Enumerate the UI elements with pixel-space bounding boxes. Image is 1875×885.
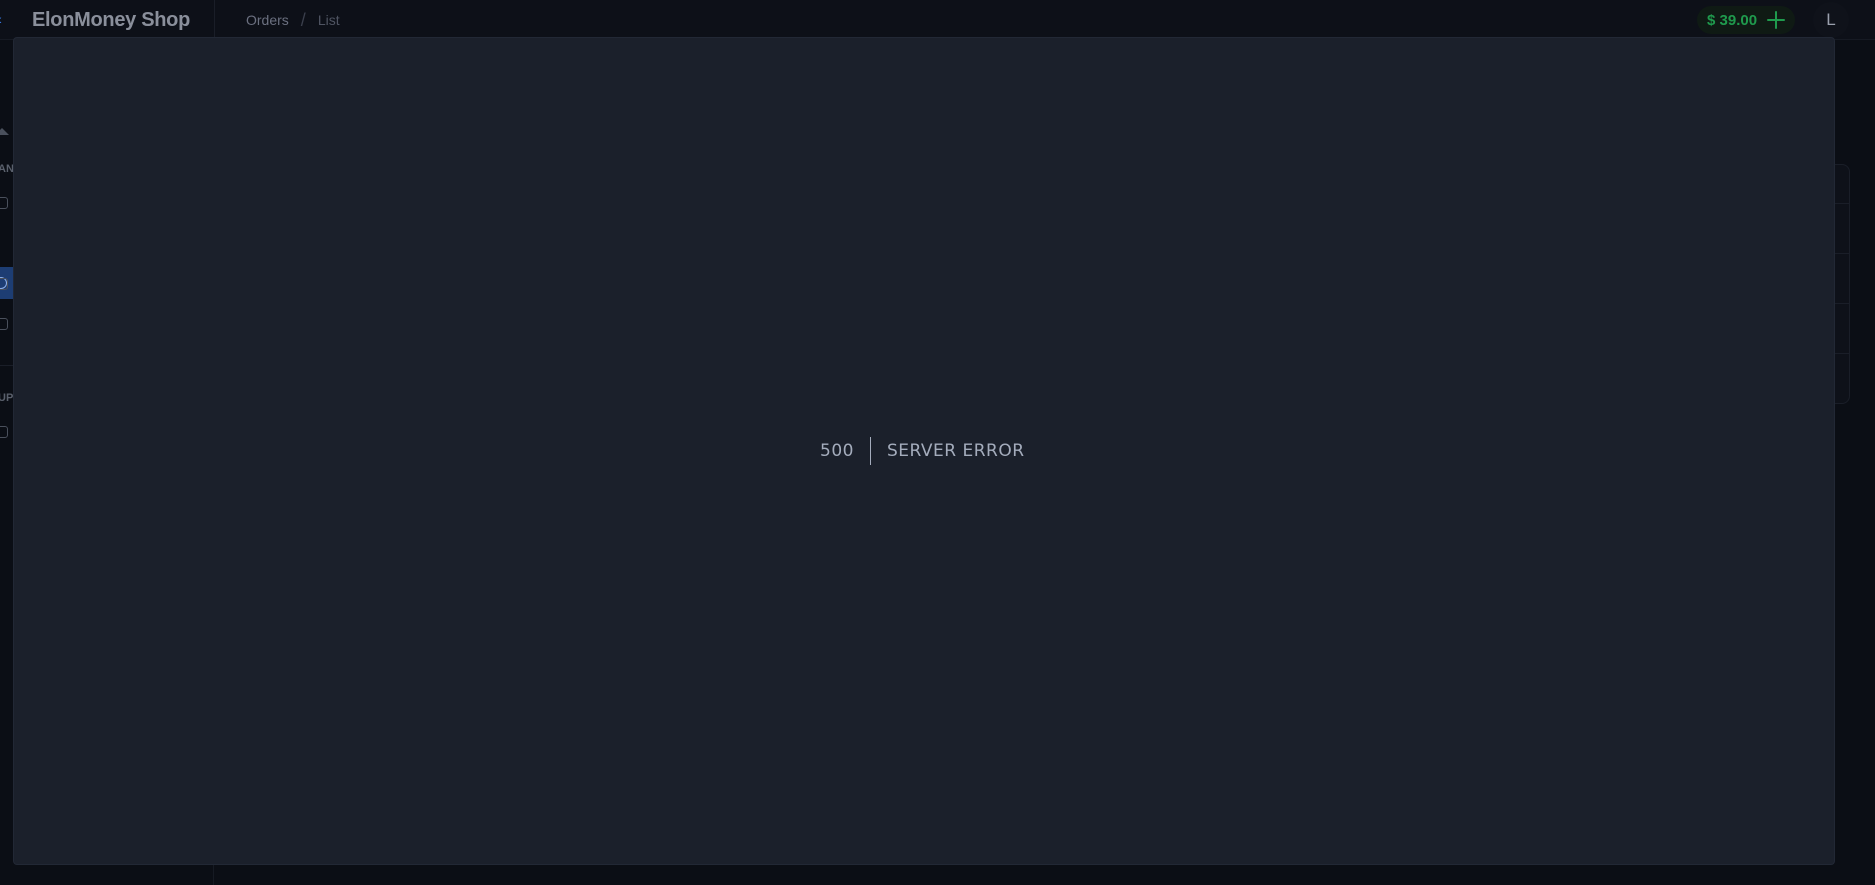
top-bar: « ElonMoney Shop Orders / List $ 39.00 L [0,0,1875,40]
plus-icon[interactable] [1767,11,1786,29]
error-text: SERVER ERROR [886,441,1025,461]
breadcrumb-list: List [317,12,340,28]
breadcrumb-separator: / [300,10,306,30]
table-row-divider [1834,303,1850,304]
error-code: 500 [820,441,854,461]
menu-toggle-icon[interactable]: « [0,11,10,27]
avatar[interactable]: L [1813,2,1849,38]
table-row-divider [1834,253,1850,254]
sidebar-divider [0,365,14,366]
box-icon[interactable] [0,197,8,209]
sidebar-section-label: AN [0,163,14,175]
breadcrumb: Orders / List [246,10,340,30]
brand-divider [214,0,215,40]
table-row-divider [1834,353,1850,354]
balance-value: $ 39.00 [1707,11,1758,29]
brand-title[interactable]: ElonMoney Shop [32,9,190,32]
bag-icon[interactable] [0,278,8,290]
balance-badge[interactable]: $ 39.00 [1697,6,1796,34]
sidebar-section-label: UP [0,392,14,404]
lock-icon[interactable] [0,426,8,438]
breadcrumb-orders[interactable]: Orders [246,12,289,28]
error-message: 500 SERVER ERROR [820,437,1025,465]
table-row-divider [1834,203,1850,204]
home-icon[interactable] [0,128,9,135]
bag-icon[interactable] [0,318,8,330]
